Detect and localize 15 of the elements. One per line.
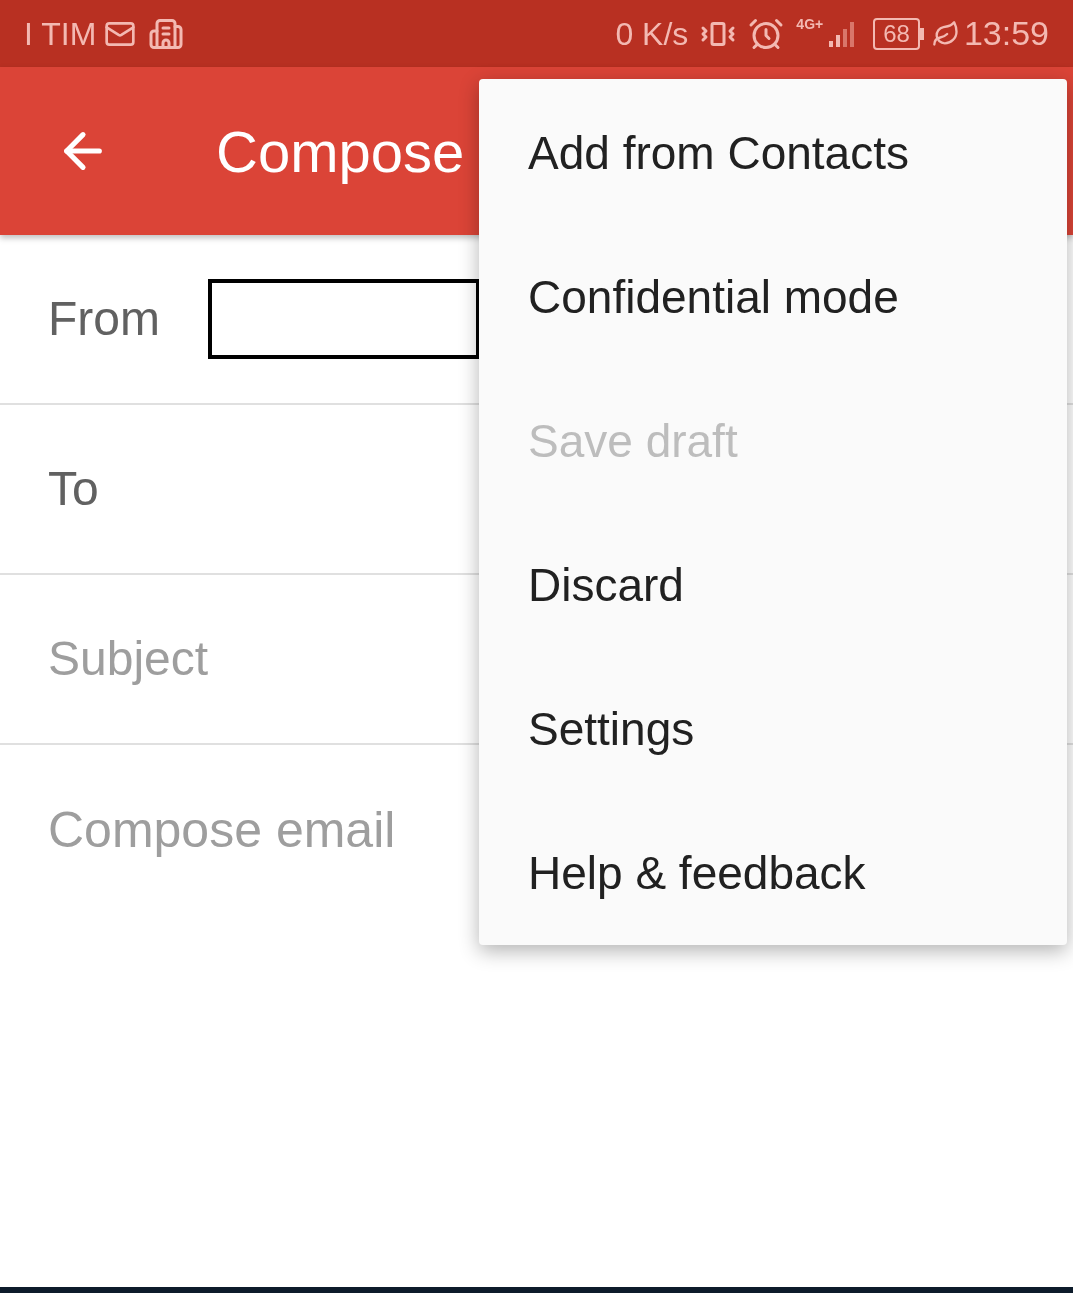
subject-field[interactable]: Subject [48, 623, 468, 695]
toolbar-title: Compose [216, 117, 465, 186]
compose-email-field[interactable]: Compose email [48, 793, 468, 868]
menu-item[interactable]: Discard [479, 513, 1067, 657]
menu-item[interactable]: Confidential mode [479, 225, 1067, 369]
network-speed: 0 K/s [615, 14, 689, 54]
carrier-name: I TIM [24, 14, 97, 54]
network-type: 4G+ [796, 15, 824, 34]
leaf-icon [931, 19, 960, 48]
clock: 13:59 [963, 13, 1049, 54]
menu-item[interactable]: Settings [479, 657, 1067, 801]
field-label: To [48, 461, 100, 517]
menu-item[interactable]: Help & feedback [479, 801, 1067, 945]
menu-item[interactable]: Add from Contacts [479, 81, 1067, 225]
field-label: From [48, 291, 161, 347]
